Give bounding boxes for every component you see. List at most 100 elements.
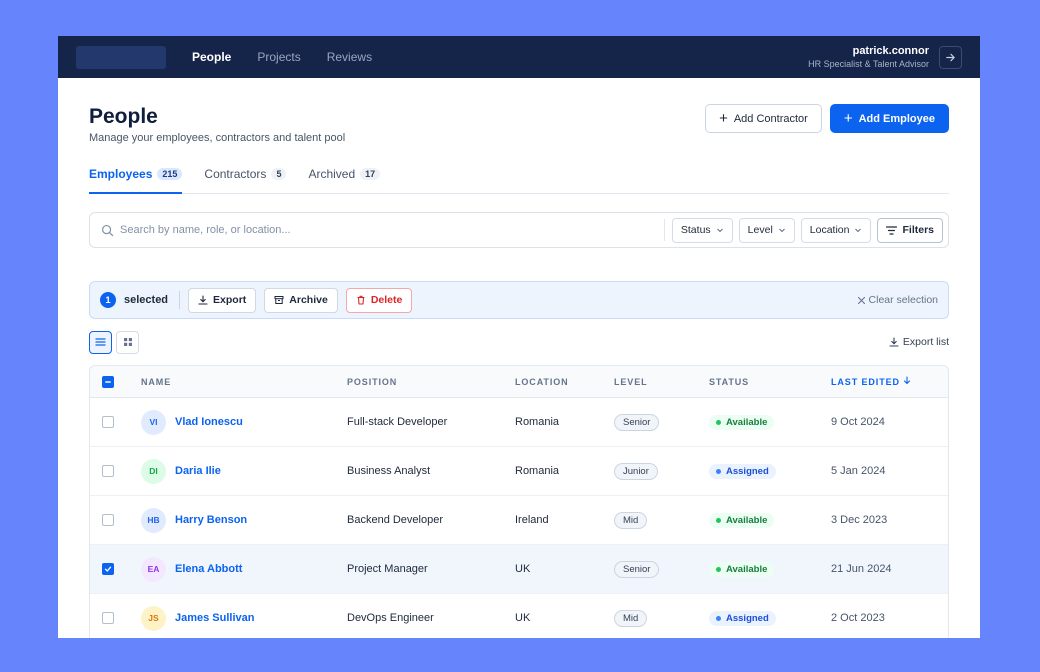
export-selected-button[interactable]: Export — [188, 287, 257, 313]
position-cell: Full-stack Developer — [347, 416, 448, 428]
select-all-checkbox[interactable] — [102, 375, 114, 388]
table-row[interactable]: VI Vlad Ionescu Full-stack Developer Romani… — [90, 398, 948, 447]
avatar: EA — [141, 556, 166, 582]
status-cell: Available — [709, 512, 831, 528]
status-cell: Available — [709, 414, 831, 430]
archive-selected-label: Archive — [289, 294, 328, 306]
column-header-level[interactable]: LEVEL — [614, 377, 709, 387]
position-cell: DevOps Engineer — [347, 612, 434, 624]
nav-item-reviews[interactable]: Reviews — [327, 50, 372, 64]
status-dot-icon — [716, 517, 721, 523]
table-body: VI Vlad Ionescu Full-stack Developer Romani… — [90, 398, 948, 638]
select-all-cell — [90, 375, 141, 388]
tab-label: Archived — [308, 167, 356, 181]
status-cell: Assigned — [709, 463, 831, 479]
tab-count-badge: 215 — [157, 168, 183, 180]
row-check-cell — [90, 563, 141, 575]
location-cell: Ireland — [515, 514, 549, 526]
chevron-down-icon — [716, 228, 723, 233]
export-list-label: Export list — [902, 336, 949, 348]
nav-item-projects[interactable]: Projects — [257, 50, 300, 64]
clear-selection-button[interactable]: Clear selection — [857, 294, 938, 306]
divider — [179, 291, 181, 309]
logout-button[interactable] — [939, 45, 962, 69]
delete-selected-label: Delete — [370, 294, 403, 306]
add-employee-button[interactable]: + Add Employee — [829, 104, 949, 133]
last-edited-cell: 5 Jan 2024 — [831, 465, 886, 477]
table-row[interactable]: EA Elena Abbott Project Manager UK Senior Ava… — [90, 545, 948, 594]
name-cell: DI Daria Ilie — [141, 458, 347, 484]
chevron-down-icon — [855, 228, 862, 233]
selected-count-badge: 1 — [100, 292, 116, 308]
employee-name-link[interactable]: Harry Benson — [175, 514, 247, 526]
tab-count-badge: 5 — [271, 168, 287, 180]
status-dot-icon — [716, 419, 721, 425]
list-view-button[interactable] — [89, 330, 112, 354]
archive-selected-button[interactable]: Archive — [264, 287, 338, 313]
status-badge: Available — [709, 414, 775, 430]
status-dot-icon — [716, 566, 721, 572]
level-badge: Junior — [614, 462, 658, 480]
name-cell: EA Elena Abbott — [141, 556, 347, 582]
table-header-row: NAME POSITION LOCATION LEVEL STATUS LAST… — [90, 366, 948, 398]
row-checkbox[interactable] — [102, 416, 114, 428]
status-filter[interactable]: Status — [671, 217, 733, 243]
employee-name-link[interactable]: Daria Ilie — [175, 465, 221, 477]
column-header-last-edited[interactable]: LAST EDITED — [831, 376, 948, 387]
status-badge: Assigned — [709, 610, 776, 626]
location-cell: UK — [515, 612, 531, 624]
status-badge: Available — [709, 561, 775, 577]
avatar: JS — [141, 605, 166, 631]
nav-item-people[interactable]: People — [192, 50, 231, 64]
chevron-down-icon — [778, 228, 785, 233]
export-list-button[interactable]: Export list — [889, 336, 949, 348]
page-content: People Manage your employees, contractor… — [58, 78, 980, 638]
column-header-name[interactable]: NAME — [141, 377, 347, 387]
row-checkbox[interactable] — [102, 514, 114, 526]
filters-button-label: Filters — [902, 224, 934, 236]
column-header-location[interactable]: LOCATION — [515, 377, 614, 387]
tab-label: Employees — [89, 167, 153, 181]
download-icon — [198, 295, 208, 305]
delete-selected-button[interactable]: Delete — [345, 287, 413, 313]
row-checkbox[interactable] — [102, 563, 114, 575]
employees-table: NAME POSITION LOCATION LEVEL STATUS LAST… — [89, 365, 949, 638]
app-window: People Projects Reviews patrick.connor H… — [58, 36, 980, 638]
export-selected-label: Export — [213, 294, 247, 306]
tab-contractors[interactable]: Contractors 5 — [204, 165, 287, 193]
location-filter[interactable]: Location — [800, 217, 872, 243]
filters-button[interactable]: Filters — [877, 217, 943, 243]
add-contractor-button[interactable]: + Add Contractor — [705, 104, 822, 133]
row-checkbox[interactable] — [102, 465, 114, 477]
add-contractor-label: Add Contractor — [733, 112, 808, 125]
status-badge: Assigned — [709, 463, 776, 479]
status-dot-icon — [716, 468, 721, 474]
row-checkbox[interactable] — [102, 612, 114, 624]
tab-label: Contractors — [204, 167, 267, 181]
level-filter[interactable]: Level — [738, 217, 795, 243]
table-row[interactable]: JS James Sullivan DevOps Engineer UK Mid Assi… — [90, 594, 948, 638]
tab-employees[interactable]: Employees 215 — [89, 165, 183, 194]
row-check-cell — [90, 465, 141, 477]
search-input[interactable] — [120, 224, 657, 236]
row-check-cell — [90, 416, 141, 428]
tab-archived[interactable]: Archived 17 — [308, 165, 381, 193]
user-role: HR Specialist & Talent Advisor — [808, 58, 929, 69]
avatar: VI — [141, 409, 166, 435]
column-header-status[interactable]: STATUS — [709, 377, 831, 387]
table-row[interactable]: HB Harry Benson Backend Developer Ireland Mi… — [90, 496, 948, 545]
employee-name-link[interactable]: James Sullivan — [175, 612, 255, 624]
table-row[interactable]: DI Daria Ilie Business Analyst Romania Junio… — [90, 447, 948, 496]
employee-name-link[interactable]: Elena Abbott — [175, 563, 242, 575]
employee-name-link[interactable]: Vlad Ionescu — [175, 416, 243, 428]
status-cell: Available — [709, 561, 831, 577]
people-tabs: Employees 215 Contractors 5 Archived 17 — [89, 165, 949, 194]
avatar: HB — [141, 507, 166, 533]
level-cell: Mid — [614, 511, 709, 529]
status-label: Available — [726, 416, 768, 428]
level-cell: Senior — [614, 560, 709, 578]
plus-icon: + — [843, 110, 853, 127]
grid-view-button[interactable] — [116, 330, 139, 354]
column-header-position[interactable]: POSITION — [347, 377, 515, 387]
logo[interactable] — [76, 45, 166, 69]
